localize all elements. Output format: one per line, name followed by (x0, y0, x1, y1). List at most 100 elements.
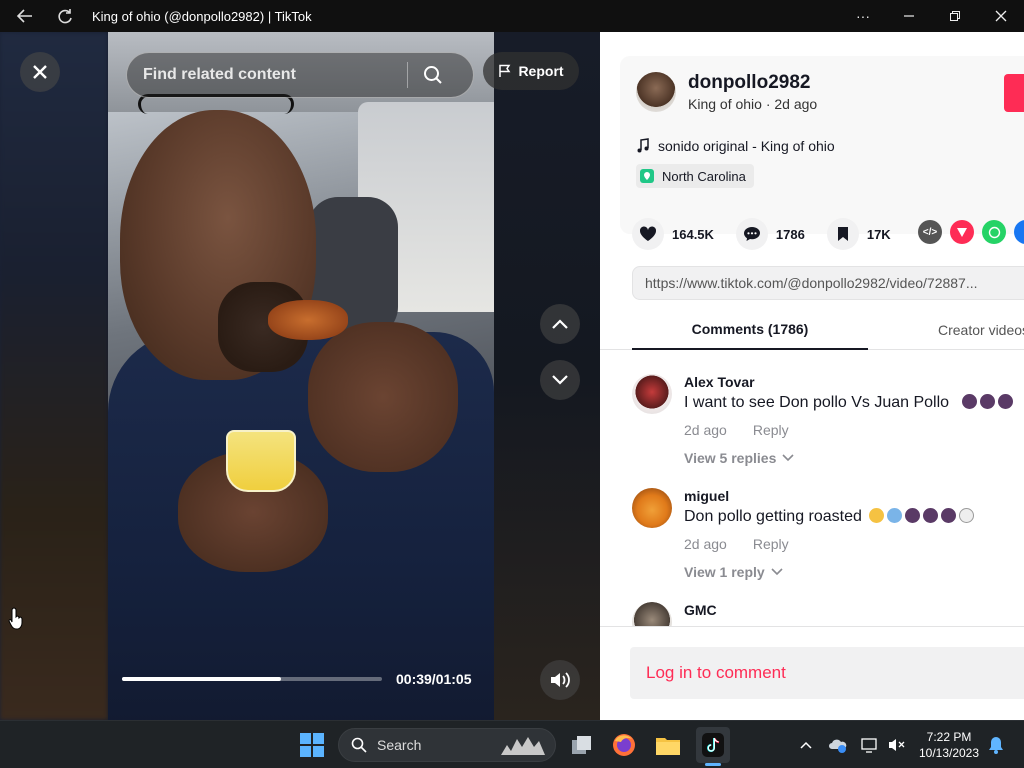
chevron-up-icon[interactable] (796, 727, 816, 763)
crying-emoji (869, 508, 885, 523)
panel-tabs: Comments (1786) Creator videos (600, 310, 1024, 350)
author-avatar[interactable] (636, 72, 676, 112)
comment-time: 2d ago (684, 422, 727, 438)
speaking-head-emoji (979, 394, 995, 409)
music-link[interactable]: sonido original - King of ohio (636, 138, 835, 154)
author-username[interactable]: donpollo2982 (688, 72, 810, 94)
back-arrow-icon[interactable] (12, 3, 38, 29)
speaking-head-emoji (905, 508, 921, 523)
location-pin-icon (640, 169, 654, 183)
comment-stat[interactable]: 1786 (735, 218, 805, 250)
commenter-avatar[interactable] (632, 488, 672, 528)
clock-date: 10/13/2023 (918, 746, 980, 760)
author-subline: King of ohio · 2d ago (688, 96, 818, 112)
volume-button[interactable] (540, 660, 580, 700)
task-view-icon[interactable] (568, 727, 596, 763)
clock-time: 7:22 PM (926, 730, 972, 744)
comment-text: Don pollo getting roasted (684, 508, 975, 526)
video-progress-fill (122, 677, 281, 681)
refresh-icon[interactable] (52, 3, 78, 29)
video-progress-bar[interactable] (122, 677, 382, 681)
video-pane: Report 00:39/01:05 (0, 32, 600, 720)
embed-icon[interactable]: </> (918, 220, 942, 244)
comment-count: 1786 (775, 226, 805, 242)
close-video-button[interactable] (20, 52, 60, 92)
mouse-pointer-icon (8, 607, 23, 630)
music-note-icon (637, 138, 649, 153)
next-video-button[interactable] (540, 360, 580, 400)
video-frame[interactable] (108, 32, 494, 720)
like-stat[interactable]: 164.5K (632, 218, 714, 250)
notification-bell-icon[interactable] (986, 727, 1006, 763)
engagement-stats: 164.5K 1786 17K (632, 218, 913, 250)
firefox-icon[interactable] (610, 727, 638, 763)
comment-item: GMC (632, 602, 1024, 626)
close-icon (33, 65, 47, 79)
search-icon[interactable] (408, 53, 458, 97)
start-button[interactable] (298, 727, 326, 763)
share-icons: </> f (918, 220, 1024, 244)
commenter-name[interactable]: miguel (684, 488, 729, 504)
commenter-avatar[interactable] (632, 374, 672, 414)
location-tag[interactable]: North Carolina (636, 164, 754, 188)
follow-button[interactable] (1004, 74, 1024, 112)
speaking-head-emoji (923, 508, 939, 523)
network-icon[interactable] (860, 727, 880, 763)
comment-item: miguel Don pollo getting roasted 2d ago … (632, 488, 1024, 592)
speaker-icon (551, 672, 570, 688)
chevron-down-icon (552, 375, 568, 385)
view-replies[interactable]: View 1 reply (684, 564, 783, 580)
comment-bubble-icon (735, 218, 768, 250)
minimize-icon[interactable] (886, 0, 932, 32)
taskbar-search[interactable]: Search (338, 728, 556, 762)
clock[interactable]: 7:22 PM 10/13/2023 (914, 729, 984, 761)
report-label: Report (518, 63, 564, 79)
window-titlebar: King of ohio (@donpollo2982) | TikTok ··… (0, 0, 1024, 32)
login-to-comment-button[interactable]: Log in to comment (630, 647, 1024, 699)
save-stat[interactable]: 17K (826, 218, 891, 250)
facebook-icon[interactable]: f (1014, 220, 1024, 244)
related-search-bar (126, 52, 474, 98)
taskbar-search-label: Search (377, 737, 422, 753)
view-replies[interactable]: View 5 replies (684, 450, 794, 466)
tab-comments[interactable]: Comments (1786) (632, 310, 868, 350)
active-app-indicator (705, 763, 721, 766)
reply-link[interactable]: Reply (753, 536, 789, 552)
comment-meta: 2d ago Reply (684, 536, 789, 552)
windows-taskbar: Search 7:22 PM 10/13/2023 (0, 720, 1024, 768)
bookmark-icon (826, 218, 859, 250)
window-controls: ··· (840, 0, 1024, 32)
chevron-up-icon (552, 319, 568, 329)
send-icon[interactable] (950, 220, 974, 244)
onedrive-icon[interactable] (828, 727, 848, 763)
more-icon[interactable]: ··· (840, 0, 886, 32)
close-icon[interactable] (978, 0, 1024, 32)
tiktok-app-icon[interactable] (696, 727, 730, 763)
eyes-emoji (959, 508, 975, 523)
commenter-avatar[interactable] (632, 602, 672, 626)
window-title: King of ohio (@donpollo2982) | TikTok (92, 8, 312, 24)
comment-list: Alex Tovar I want to see Don pollo Vs Ju… (600, 362, 1024, 626)
whatsapp-icon[interactable] (982, 220, 1006, 244)
windows-logo-icon (300, 733, 324, 757)
video-link-box[interactable]: https://www.tiktok.com/@donpollo2982/vid… (632, 266, 1024, 300)
flag-icon (499, 64, 511, 77)
commenter-name[interactable]: Alex Tovar (684, 374, 755, 390)
maximize-icon[interactable] (932, 0, 978, 32)
related-search-input[interactable] (127, 66, 407, 84)
scream-emoji (887, 508, 903, 523)
search-highlight-icon (501, 737, 545, 755)
commenter-name[interactable]: GMC (684, 602, 717, 618)
details-panel: donpollo2982 King of ohio · 2d ago sonid… (600, 32, 1024, 720)
speaking-head-emoji (941, 508, 957, 523)
report-button[interactable]: Report (483, 52, 579, 90)
comment-item: Alex Tovar I want to see Don pollo Vs Ju… (632, 374, 1024, 478)
chevron-down-icon (771, 568, 783, 576)
comment-meta: 2d ago Reply (684, 422, 789, 438)
file-explorer-icon[interactable] (654, 727, 682, 763)
tab-creator-videos[interactable]: Creator videos (938, 310, 1024, 350)
reply-link[interactable]: Reply (753, 422, 789, 438)
previous-video-button[interactable] (540, 304, 580, 344)
location-label: North Carolina (662, 168, 746, 184)
volume-muted-icon[interactable] (886, 727, 906, 763)
